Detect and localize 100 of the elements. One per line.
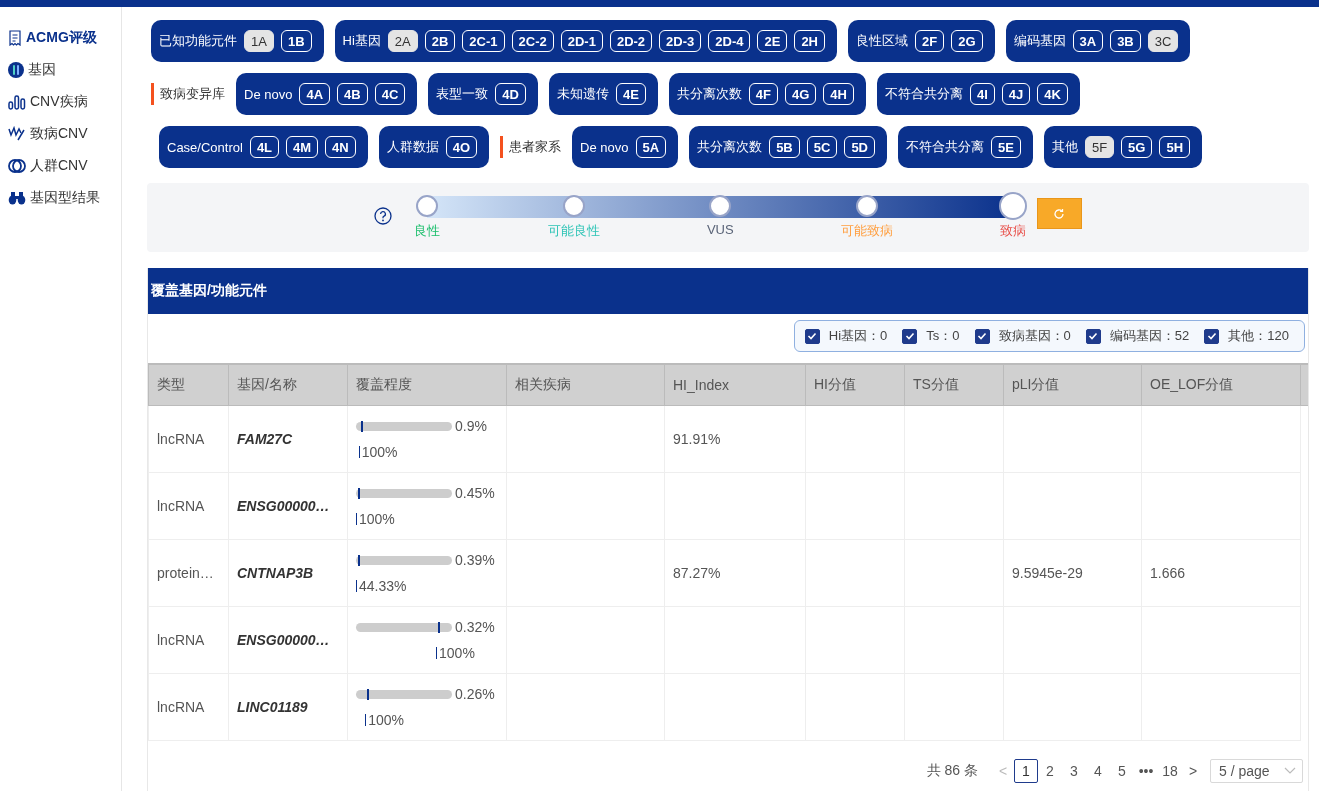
criterion-button[interactable]: 4B <box>337 83 368 105</box>
sidebar-item[interactable]: 基因 <box>0 54 121 86</box>
tick-mark <box>356 513 357 525</box>
criterion-button[interactable]: 4L <box>249 136 280 158</box>
page-button[interactable]: 2 <box>1038 759 1062 783</box>
criterion-button[interactable]: 5D <box>844 136 875 158</box>
table-cell: ENSG00000… <box>228 606 348 674</box>
criterion-button[interactable]: 3C <box>1147 30 1179 52</box>
scale-handle[interactable] <box>709 195 732 217</box>
criterion-button[interactable]: 2B <box>424 30 456 52</box>
checkbox[interactable] <box>902 328 918 344</box>
scale-label: 良性 <box>414 222 441 240</box>
scale-label: 致病 <box>1000 222 1027 240</box>
group-label: 共分离次数 <box>697 138 763 156</box>
criterion-button[interactable]: 5H <box>1159 136 1191 158</box>
criterion-button[interactable]: 1A <box>244 30 274 52</box>
column-header: 基因/名称 <box>228 364 348 406</box>
page-button[interactable]: ••• <box>1134 759 1158 783</box>
gene-coverage: 100% <box>368 712 404 728</box>
group-label: 其他 <box>1051 138 1078 156</box>
criterion-button[interactable]: 3B <box>1110 30 1141 52</box>
criterion-button[interactable]: 2C-2 <box>511 30 554 52</box>
table-cell: 87.27% <box>664 539 806 607</box>
criterion-button[interactable]: 4F <box>748 83 778 105</box>
refresh-icon <box>1053 207 1065 220</box>
gene-coverage: 100% <box>359 511 395 527</box>
chevron-down-icon <box>1284 767 1296 775</box>
page-button[interactable]: 4 <box>1086 759 1110 783</box>
scale-handle[interactable] <box>416 195 439 217</box>
check-icon <box>807 331 818 341</box>
group-label: 共分离次数 <box>676 85 742 103</box>
group-label: 表型一致 <box>436 85 489 103</box>
scale-label: 可能良性 <box>547 222 600 240</box>
group-label: 不符合共分离 <box>884 85 963 103</box>
gene-icon <box>8 62 24 78</box>
next-page-button[interactable]: > <box>1182 763 1204 779</box>
sidebar-item[interactable]: 人群CNV <box>0 150 121 182</box>
criterion-button[interactable]: 2G <box>951 30 983 52</box>
sidebar-item[interactable]: 基因型结果 <box>0 182 121 214</box>
criterion-button[interactable]: 2C-1 <box>462 30 505 52</box>
sidebar-item[interactable]: CNV疾病 <box>0 86 121 118</box>
checkbox[interactable] <box>1204 328 1220 344</box>
section-label: 致病变异库 <box>160 85 225 103</box>
page-button[interactable]: 1 <box>1014 759 1038 783</box>
criterion-button[interactable]: 5C <box>806 136 838 158</box>
criterion-button[interactable]: 2F <box>915 30 945 52</box>
criterion-button[interactable]: 2D-3 <box>659 30 702 52</box>
criterion-button[interactable]: 4A <box>299 83 331 105</box>
gene-coverage: 100% <box>361 444 398 460</box>
criterion-button[interactable]: 4N <box>325 136 356 158</box>
criterion-button[interactable]: 5F <box>1084 136 1115 158</box>
criterion-button[interactable]: 2H <box>794 30 825 52</box>
criterion-button[interactable]: 5G <box>1121 136 1153 158</box>
criterion-button[interactable]: 3A <box>1072 30 1104 52</box>
criterion-button[interactable]: 5A <box>635 136 667 158</box>
criterion-button[interactable]: 5B <box>769 136 800 158</box>
table-cell: lncRNA <box>148 673 229 741</box>
filter-label: Ts：0 <box>926 327 960 345</box>
sidebar-item[interactable]: ACMG评级 <box>0 22 121 54</box>
bar-chart-icon <box>8 94 26 110</box>
table-cell: CNTNAP3B <box>228 539 348 607</box>
group-label: 未知遗传 <box>556 85 609 103</box>
coverage-percent: 0.45% <box>455 485 495 501</box>
coverage-percent: 0.9% <box>455 418 487 434</box>
table-cell: LINC01189 <box>228 673 348 741</box>
table-cell: ENSG00000… <box>228 472 348 540</box>
scale-handle[interactable] <box>999 192 1028 220</box>
criterion-button[interactable]: 4G <box>785 83 817 105</box>
page-button[interactable]: 5 <box>1110 759 1134 783</box>
group-label: De novo <box>580 139 629 155</box>
scrollbar <box>1300 364 1308 406</box>
gene-coverage: 44.33% <box>359 578 407 594</box>
criterion-button[interactable]: 4C <box>374 83 406 105</box>
criterion-button[interactable]: 4M <box>286 136 319 158</box>
checkbox[interactable] <box>974 328 990 344</box>
group-label: 人群数据 <box>386 138 439 156</box>
criterion-button[interactable]: 5E <box>991 136 1021 158</box>
sidebar-item[interactable]: 致病CNV <box>0 118 121 150</box>
checkbox[interactable] <box>1085 328 1101 344</box>
criterion-button[interactable]: 4I <box>969 83 995 105</box>
criterion-button[interactable]: 4K <box>1037 83 1068 105</box>
criterion-button[interactable]: 4O <box>445 136 478 158</box>
criterion-button[interactable]: 2D-2 <box>609 30 653 52</box>
criterion-button[interactable]: 4J <box>1001 83 1031 105</box>
checkbox[interactable] <box>804 328 820 344</box>
criterion-button[interactable]: 4D <box>495 83 526 105</box>
check-icon <box>1088 331 1099 341</box>
criterion-button[interactable]: 4E <box>615 83 646 105</box>
criterion-button[interactable]: 2A <box>387 30 418 52</box>
page-button[interactable]: 3 <box>1062 759 1086 783</box>
tick-mark <box>358 446 360 458</box>
page-button[interactable]: 18 <box>1158 759 1182 783</box>
criterion-button[interactable]: 2D-4 <box>708 30 751 52</box>
filter-label: Hi基因：0 <box>828 327 888 345</box>
criterion-button[interactable]: 2E <box>757 30 788 52</box>
criterion-button[interactable]: 4H <box>823 83 854 105</box>
criterion-button[interactable]: 2D-1 <box>560 30 603 52</box>
criterion-button[interactable]: 1B <box>280 30 312 52</box>
group-label: Hi基因 <box>342 32 381 50</box>
page-size-select[interactable]: 5 / page <box>1210 759 1303 783</box>
